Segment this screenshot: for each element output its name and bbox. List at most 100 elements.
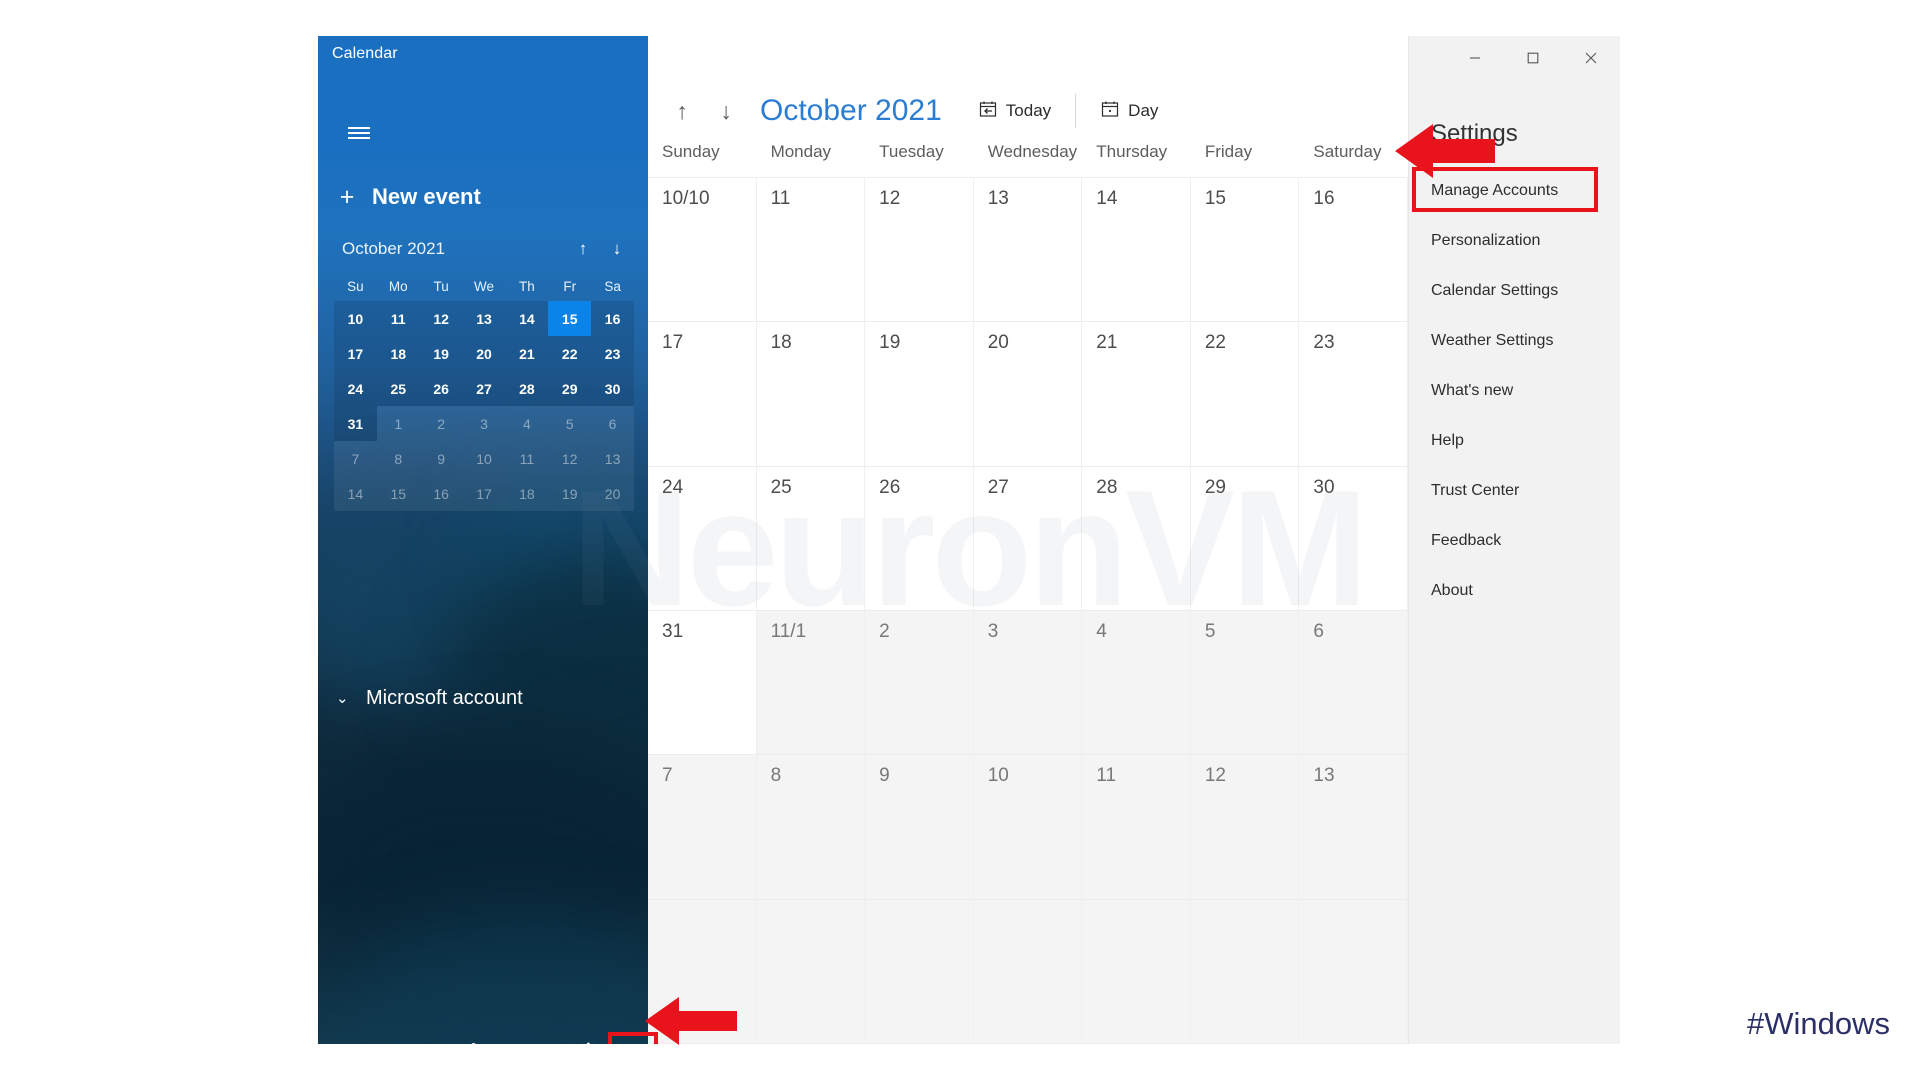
todo-check-icon[interactable]	[498, 1030, 558, 1044]
mini-calendar-day[interactable]: 3	[462, 406, 506, 441]
mini-calendar-day[interactable]: 7	[334, 441, 377, 476]
mini-calendar-day[interactable]: 10	[334, 301, 377, 336]
settings-item-calendar-settings[interactable]: Calendar Settings	[1409, 266, 1620, 316]
mini-calendar-day[interactable]: 18	[505, 476, 549, 511]
calendar-day-cell[interactable]: 14	[1082, 178, 1191, 323]
mini-calendar-day[interactable]: 17	[462, 476, 506, 511]
mini-calendar-day[interactable]: 11	[376, 301, 420, 336]
calendar-day-cell[interactable]: 20	[973, 322, 1083, 467]
calendar-day-cell[interactable]: 11	[1082, 755, 1191, 900]
settings-item-what-s-new[interactable]: What's new	[1409, 366, 1620, 416]
calendar-day-cell[interactable]: 30	[1299, 466, 1408, 611]
mini-calendar-day[interactable]: 13	[462, 301, 506, 336]
mini-calendar-day[interactable]: 10	[462, 441, 506, 476]
mini-calendar-day[interactable]: 29	[548, 371, 592, 406]
calendar-day-cell[interactable]	[865, 899, 974, 1044]
calendar-day-cell[interactable]: 9	[865, 755, 974, 900]
mini-calendar-day[interactable]: 26	[419, 371, 463, 406]
settings-item-about[interactable]: About	[1409, 566, 1620, 616]
calendar-day-cell[interactable]: 28	[1082, 466, 1191, 611]
new-event-button[interactable]: + New event	[336, 176, 626, 218]
mini-calendar-day[interactable]: 22	[548, 336, 592, 371]
calendar-day-cell[interactable]: 10/10	[648, 178, 757, 323]
mini-calendar-day[interactable]: 16	[419, 476, 463, 511]
mini-calendar-day[interactable]: 16	[591, 301, 634, 336]
mini-calendar-prev-button[interactable]: ↑	[566, 232, 600, 266]
hamburger-menu-icon[interactable]	[338, 112, 380, 154]
mini-calendar-day[interactable]: 8	[376, 441, 420, 476]
calendar-day-cell[interactable]: 15	[1190, 178, 1300, 323]
settings-item-personalization[interactable]: Personalization	[1409, 216, 1620, 266]
calendar-day-cell[interactable]: 17	[648, 322, 757, 467]
calendar-day-cell[interactable]: 21	[1082, 322, 1191, 467]
calendar-day-cell[interactable]: 12	[1190, 755, 1300, 900]
calendar-day-cell[interactable]	[1190, 899, 1300, 1044]
mini-calendar-day[interactable]: 27	[462, 371, 506, 406]
mini-calendar-day[interactable]: 20	[591, 476, 634, 511]
mini-calendar-day[interactable]: 23	[591, 336, 634, 371]
calendar-day-cell[interactable]	[1299, 899, 1408, 1044]
calendar-day-cell[interactable]: 29	[1190, 466, 1300, 611]
calendar-day-cell[interactable]: 11/1	[756, 610, 866, 756]
settings-item-trust-center[interactable]: Trust Center	[1409, 466, 1620, 516]
calendar-day-cell[interactable]: 18	[756, 322, 866, 467]
mini-calendar-day[interactable]: 25	[376, 371, 420, 406]
settings-item-help[interactable]: Help	[1409, 416, 1620, 466]
calendar-day-cell[interactable]: 22	[1190, 322, 1300, 467]
mini-calendar-day[interactable]: 9	[419, 441, 463, 476]
mini-calendar-day[interactable]: 31	[334, 406, 377, 441]
calendar-day-cell[interactable]: 26	[865, 466, 974, 611]
calendar-day-cell[interactable]: 13	[1299, 755, 1408, 900]
settings-item-weather-settings[interactable]: Weather Settings	[1409, 316, 1620, 366]
mini-calendar-day[interactable]: 17	[334, 336, 377, 371]
mini-calendar-day[interactable]: 28	[505, 371, 549, 406]
close-icon[interactable]	[1562, 36, 1620, 80]
mini-calendar-day[interactable]: 15	[376, 476, 420, 511]
calendar-day-cell[interactable]: 4	[1082, 610, 1191, 756]
calendar-day-cell[interactable]: 25	[756, 466, 866, 611]
mini-calendar-day[interactable]: 12	[419, 301, 463, 336]
calendar-icon[interactable]	[378, 1030, 438, 1044]
mini-calendar-day[interactable]: 6	[591, 406, 634, 441]
calendar-day-cell[interactable]	[756, 899, 866, 1044]
calendar-day-cell[interactable]: 16	[1299, 178, 1408, 323]
calendar-day-cell[interactable]: 12	[865, 178, 974, 323]
mini-calendar-day[interactable]: 14	[505, 301, 549, 336]
calendar-day-cell[interactable]	[973, 899, 1083, 1044]
maximize-icon[interactable]	[1504, 36, 1562, 80]
mini-calendar-day[interactable]: 11	[505, 441, 549, 476]
mini-calendar-day[interactable]: 5	[548, 406, 592, 441]
mini-calendar-next-button[interactable]: ↓	[600, 232, 634, 266]
mini-calendar-day[interactable]: 1	[376, 406, 420, 441]
calendar-day-cell[interactable]: 3	[973, 610, 1083, 756]
calendar-day-cell[interactable]: 31	[648, 610, 757, 756]
people-icon[interactable]	[438, 1030, 498, 1044]
mini-calendar-day[interactable]: 30	[591, 371, 634, 406]
calendar-day-cell[interactable]: 8	[756, 755, 866, 900]
calendar-day-cell[interactable]: 13	[973, 178, 1083, 323]
mini-calendar-day[interactable]: 21	[505, 336, 549, 371]
settings-item-feedback[interactable]: Feedback	[1409, 516, 1620, 566]
mini-calendar-day[interactable]: 12	[548, 441, 592, 476]
calendar-day-cell[interactable]: 10	[973, 755, 1083, 900]
mini-calendar-day[interactable]: 19	[419, 336, 463, 371]
microsoft-account-group[interactable]: ⌄ Microsoft account	[336, 681, 523, 715]
mini-calendar-day[interactable]: 24	[334, 371, 377, 406]
mini-calendar-day[interactable]: 19	[548, 476, 592, 511]
mini-calendar-day-today[interactable]: 15	[548, 301, 592, 336]
calendar-day-cell[interactable]: 24	[648, 466, 757, 611]
calendar-day-cell[interactable]: 7	[648, 755, 757, 900]
calendar-day-cell[interactable]: 27	[973, 466, 1083, 611]
next-month-button[interactable]: ↓	[706, 91, 746, 131]
calendar-day-cell[interactable]: 19	[865, 322, 974, 467]
mini-calendar-day[interactable]: 20	[462, 336, 506, 371]
mini-calendar-day[interactable]: 13	[591, 441, 634, 476]
mini-calendar-day[interactable]: 18	[376, 336, 420, 371]
calendar-day-cell[interactable]: 2	[865, 610, 974, 756]
mini-calendar-day[interactable]: 4	[505, 406, 549, 441]
today-button[interactable]: Today	[968, 91, 1061, 131]
month-title[interactable]: October 2021	[760, 94, 942, 128]
calendar-day-cell[interactable]	[1082, 899, 1191, 1044]
calendar-day-cell[interactable]: 23	[1299, 322, 1408, 467]
minimize-icon[interactable]	[1446, 36, 1504, 80]
